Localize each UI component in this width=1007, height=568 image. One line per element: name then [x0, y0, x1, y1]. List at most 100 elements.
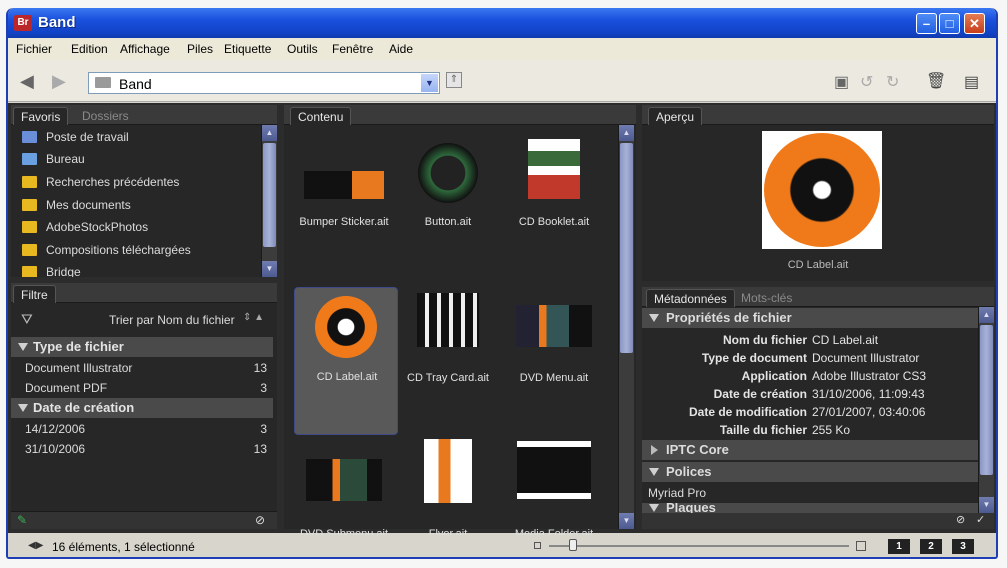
menu-piles[interactable]: Piles [187, 42, 213, 56]
chevron-down-icon[interactable]: ▼ [421, 74, 438, 92]
filter-row[interactable]: 14/12/2006 3 [11, 419, 273, 439]
favorite-item[interactable]: Poste de travail [11, 127, 259, 149]
menu-fenetre[interactable]: Fenêtre [332, 42, 373, 56]
scroll-thumb[interactable] [980, 325, 993, 475]
triangle-right-icon [651, 445, 658, 455]
menu-fichier[interactable]: Fichier [16, 42, 52, 56]
scroll-up-icon[interactable]: ▲ [262, 125, 277, 141]
folder-icon [22, 244, 37, 256]
favorites-scrollbar[interactable]: ▲ ▼ [261, 125, 277, 277]
metadata-scrollbar[interactable]: ▲ ▼ [978, 307, 994, 513]
trash-icon[interactable]: 🗑 [926, 71, 946, 91]
tab-filtre[interactable]: Filtre [13, 285, 56, 303]
rotate-left-icon[interactable]: ↺ [860, 72, 873, 92]
desktop-icon [22, 153, 37, 165]
folder-icon [22, 221, 37, 233]
menu-outils[interactable]: Outils [287, 42, 318, 56]
metadata-row: Application Adobe Illustrator CS3 [741, 369, 927, 383]
sort-order-icon[interactable]: ⇕ ▲ [243, 312, 264, 323]
font-name: Myriad Pro [648, 486, 707, 500]
scroll-down-icon[interactable]: ▼ [619, 513, 634, 529]
filter-group-header[interactable]: Date de création [11, 398, 273, 418]
tab-favoris[interactable]: Favoris [13, 107, 69, 125]
pin-icon[interactable]: ✎ [17, 513, 27, 527]
favorites-panel: Favoris Dossiers Poste de travail Bureau… [11, 105, 277, 277]
favorite-item[interactable]: Bureau [11, 149, 259, 171]
sort-label[interactable]: Trier par Nom du fichier [109, 313, 235, 327]
filter-panel: Filtre ⛛ Trier par Nom du fichier ⇕ ▲ Ty… [11, 283, 277, 529]
stop-icon[interactable]: ⊘ [956, 513, 965, 526]
tab-metadonnees[interactable]: Métadonnées [646, 289, 735, 307]
filter-row[interactable]: 31/10/2006 13 [11, 439, 273, 459]
new-folder-icon[interactable]: ▣ [834, 72, 849, 92]
thumbnail-button[interactable]: Button.ait [398, 131, 498, 261]
scroll-thumb[interactable] [263, 143, 276, 247]
slider-handle[interactable] [569, 539, 577, 551]
status-bar: ◀▶ 16 éléments, 1 sélectionné 1 2 3 [8, 535, 996, 557]
tab-mots-cles[interactable]: Mots-clés [734, 289, 799, 307]
menu-edition[interactable]: Edition [71, 42, 108, 56]
triangle-down-icon [649, 314, 659, 322]
view-mode-2-button[interactable]: 2 [920, 539, 942, 554]
scroll-up-icon[interactable]: ▲ [979, 307, 994, 323]
metadata-row: Date de modification 27/01/2007, 03:40:06 [688, 405, 926, 419]
thumbnail-cd-label-selected[interactable]: CD Label.ait [294, 287, 398, 435]
favorite-item[interactable]: Recherches précédentes [11, 172, 259, 194]
view-mode-1-button[interactable]: 1 [888, 539, 910, 554]
path-dropdown[interactable]: Band ▼ [88, 72, 440, 94]
menu-etiquette[interactable]: Etiquette [224, 42, 271, 56]
scroll-thumb[interactable] [620, 143, 633, 353]
metadata-section-plates[interactable]: Plaques [642, 503, 982, 513]
favorite-item[interactable]: AdobeStockPhotos [11, 217, 259, 239]
panels-area: Favoris Dossiers Poste de travail Bureau… [8, 103, 996, 540]
metadata-tabstrip: Métadonnées Mots-clés [642, 287, 994, 307]
scroll-down-icon[interactable]: ▼ [979, 497, 994, 513]
thumbnail-cd-booklet[interactable]: CD Booklet.ait [504, 131, 604, 261]
scroll-down-icon[interactable]: ▼ [262, 261, 277, 277]
view-mode-3-button[interactable]: 3 [952, 539, 974, 554]
favorite-item[interactable]: Bridge [11, 262, 259, 277]
forward-arrow-icon[interactable]: ▶ [52, 71, 66, 92]
tab-contenu[interactable]: Contenu [290, 107, 352, 125]
filter-row[interactable]: Document Illustrator 13 [11, 358, 273, 378]
triangle-down-icon [649, 468, 659, 476]
minimize-button[interactable]: – [916, 13, 937, 34]
metadata-section-file[interactable]: Propriétés de fichier [642, 308, 982, 328]
preview-caption: CD Label.ait [787, 259, 849, 271]
filter-row[interactable]: Document PDF 3 [11, 378, 273, 398]
large-thumb-icon[interactable] [856, 541, 866, 551]
triangle-down-icon [18, 404, 28, 412]
tab-apercu[interactable]: Aperçu [648, 107, 703, 125]
metadata-row: Taille du fichier 255 Ko [719, 423, 851, 437]
title-bar[interactable]: Br Band – □ ✕ [8, 8, 996, 38]
content-scrollbar[interactable]: ▲ ▼ [618, 125, 634, 529]
thumbnail-cd-tray-card[interactable]: CD Tray Card.ait [398, 287, 498, 417]
preview-panel: Aperçu CD Label.ait [642, 105, 994, 281]
compact-mode-icon[interactable]: ▤ [964, 72, 979, 92]
scroll-up-icon[interactable]: ▲ [619, 125, 634, 141]
thumbnail-image [424, 439, 472, 503]
menu-affichage[interactable]: Affichage [120, 42, 170, 56]
filter-group-header[interactable]: Type de fichier [11, 337, 273, 357]
clear-filter-icon[interactable]: ⊘ [255, 513, 265, 527]
close-button[interactable]: ✕ [964, 13, 985, 34]
thumbnail-bumper-sticker[interactable]: Bumper Sticker.ait [294, 131, 394, 261]
up-folder-icon[interactable]: ⇑ [446, 72, 462, 88]
metadata-section-iptc[interactable]: IPTC Core [642, 440, 982, 460]
toggle-panels-icon[interactable]: ◀▶ [28, 540, 43, 551]
tab-dossiers[interactable]: Dossiers [75, 107, 136, 125]
back-arrow-icon[interactable]: ◀ [20, 71, 34, 92]
favorite-item[interactable]: Mes documents [11, 195, 259, 217]
menu-aide[interactable]: Aide [389, 42, 413, 56]
filter-icon[interactable]: ⛛ [21, 311, 33, 328]
checkmark-icon[interactable]: ✓ [976, 513, 985, 526]
thumbnail-size-slider[interactable] [549, 545, 849, 547]
favorite-item[interactable]: Compositions téléchargées [11, 240, 259, 262]
thumbnail-dvd-menu[interactable]: DVD Menu.ait [504, 287, 604, 417]
metadata-section-fonts[interactable]: Polices [642, 462, 982, 482]
maximize-button[interactable]: □ [939, 13, 960, 34]
small-thumb-icon[interactable] [534, 542, 541, 549]
rotate-right-icon[interactable]: ↻ [886, 72, 899, 92]
thumbnail-image [315, 296, 377, 358]
preview-disc [764, 133, 880, 247]
